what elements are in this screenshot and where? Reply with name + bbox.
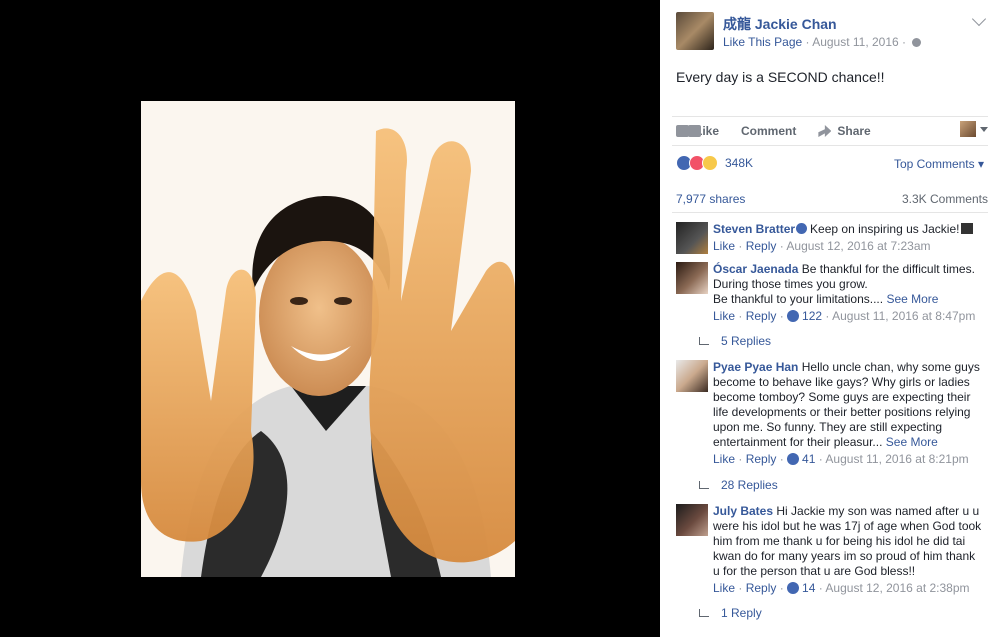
- comment-like-link[interactable]: Like: [713, 309, 735, 323]
- like-reaction-icon: [787, 453, 800, 465]
- comment-actions: Like · Reply · August 12, 2016 at 7:23am: [713, 239, 931, 253]
- comment-time[interactable]: August 11, 2016 at 8:47pm: [832, 309, 975, 323]
- comment-like-count[interactable]: 14: [802, 581, 815, 595]
- see-more-link[interactable]: See More: [886, 292, 938, 306]
- comment-time[interactable]: August 11, 2016 at 8:21pm: [825, 452, 968, 466]
- globe-icon: [912, 38, 922, 47]
- shares-link[interactable]: 7,977 shares: [676, 192, 745, 206]
- comment-actions: Like · Reply · 122 · August 11, 2016 at …: [713, 309, 976, 323]
- post-photo[interactable]: [141, 101, 515, 577]
- meta-separator-2: ·: [902, 35, 910, 49]
- comment-body: Steven Bratter Keep on inspiring us Jacki…: [713, 222, 983, 254]
- commenter-avatar[interactable]: [676, 360, 708, 392]
- comment-like-link[interactable]: Like: [713, 452, 735, 466]
- replies-label: 1 Reply: [721, 606, 762, 620]
- post-header: 成龍 Jackie Chan Like This Page · August 1…: [660, 0, 1000, 56]
- post-date[interactable]: August 11, 2016: [812, 35, 899, 49]
- photo-viewer-stage: [0, 0, 660, 637]
- comment-time[interactable]: August 12, 2016 at 7:23am: [786, 239, 930, 253]
- verified-badge-icon: [796, 223, 808, 234]
- like-page-link[interactable]: Like This Page: [723, 35, 802, 49]
- comment-icon: [688, 125, 701, 137]
- page-avatar[interactable]: [676, 12, 714, 50]
- replies-label: 5 Replies: [721, 334, 772, 348]
- caret-down-icon: ▾: [974, 157, 984, 171]
- comment-body: Óscar Jaenada Be thankful for the diffic…: [713, 262, 983, 324]
- view-replies-link[interactable]: 5 Replies: [699, 334, 771, 348]
- chevron-down-icon[interactable]: [971, 11, 987, 27]
- like-reaction-icon: [787, 310, 800, 322]
- comment-like-count[interactable]: 122: [802, 309, 822, 323]
- commenter-avatar[interactable]: [676, 222, 708, 254]
- comment-sort-label: Top Comments: [893, 157, 975, 171]
- post-side-panel: 成龍 Jackie Chan Like This Page · August 1…: [660, 0, 1000, 637]
- comments-count: 3.3K Comments: [901, 192, 988, 206]
- view-replies-link[interactable]: 1 Reply: [699, 606, 762, 620]
- caret-down-icon: [980, 126, 988, 132]
- replies-label: 28 Replies: [721, 478, 778, 492]
- comment-actions: Like · Reply · 41 · August 11, 2016 at 8…: [713, 452, 969, 466]
- page-name-link[interactable]: 成龍 Jackie Chan: [723, 14, 837, 34]
- comment-button[interactable]: Comment: [688, 124, 797, 138]
- clapper-board-icon: [961, 223, 974, 234]
- haha-reaction-icon: [702, 155, 718, 171]
- commenter-name[interactable]: July Bates: [713, 504, 773, 518]
- commenter-avatar[interactable]: [676, 262, 708, 294]
- post-stats: 7,977 shares 3.3K Comments: [676, 192, 988, 206]
- reaction-count: 348K: [725, 156, 754, 170]
- comment-reply-link[interactable]: Reply: [746, 309, 777, 323]
- see-more-link[interactable]: See More: [886, 435, 938, 449]
- commenter-name[interactable]: Óscar Jaenada: [713, 262, 798, 276]
- action-bar: Like Comment Share: [672, 116, 988, 146]
- divider: [672, 212, 988, 213]
- comment-text: Keep on inspiring us Jackie!: [810, 222, 960, 236]
- commenter-name[interactable]: Pyae Pyae Han: [713, 360, 798, 374]
- comment-label: Comment: [741, 124, 797, 138]
- share-button[interactable]: Share: [814, 124, 871, 138]
- comment-body: July Bates Hi Jackie my son was named af…: [713, 504, 983, 596]
- reply-arrow-icon: [699, 481, 709, 489]
- reply-arrow-icon: [699, 337, 709, 345]
- comment-time[interactable]: August 12, 2016 at 2:38pm: [825, 581, 969, 595]
- comment-as-selector[interactable]: [960, 121, 988, 137]
- post-meta: Like This Page · August 11, 2016 ·: [723, 35, 922, 49]
- share-label: Share: [837, 124, 871, 138]
- comment-like-link[interactable]: Like: [713, 581, 735, 595]
- comment-reply-link[interactable]: Reply: [746, 581, 777, 595]
- commenter-name[interactable]: Steven Bratter: [713, 222, 795, 236]
- comment-sort-dropdown[interactable]: Top Comments ▾: [894, 157, 984, 171]
- comment-body: Pyae Pyae Han Hello uncle chan, why some…: [713, 360, 983, 467]
- comment-reply-link[interactable]: Reply: [746, 452, 777, 466]
- viewer-avatar: [960, 121, 976, 137]
- reply-arrow-icon: [699, 609, 709, 617]
- comment-like-count[interactable]: 41: [802, 452, 815, 466]
- photo-illustration: [141, 101, 515, 577]
- post-text: Every day is a SECOND chance!!: [676, 69, 885, 85]
- comment-actions: Like · Reply · 14 · August 12, 2016 at 2…: [713, 581, 970, 595]
- comment-like-link[interactable]: Like: [713, 239, 735, 253]
- commenter-avatar[interactable]: [676, 504, 708, 536]
- reactions-summary[interactable]: 348K: [676, 155, 753, 171]
- comment-reply-link[interactable]: Reply: [746, 239, 777, 253]
- view-replies-link[interactable]: 28 Replies: [699, 478, 778, 492]
- share-icon: [818, 125, 832, 137]
- like-reaction-icon: [787, 582, 800, 594]
- comment-text-line-2: Be thankful to your limitations....: [713, 292, 884, 306]
